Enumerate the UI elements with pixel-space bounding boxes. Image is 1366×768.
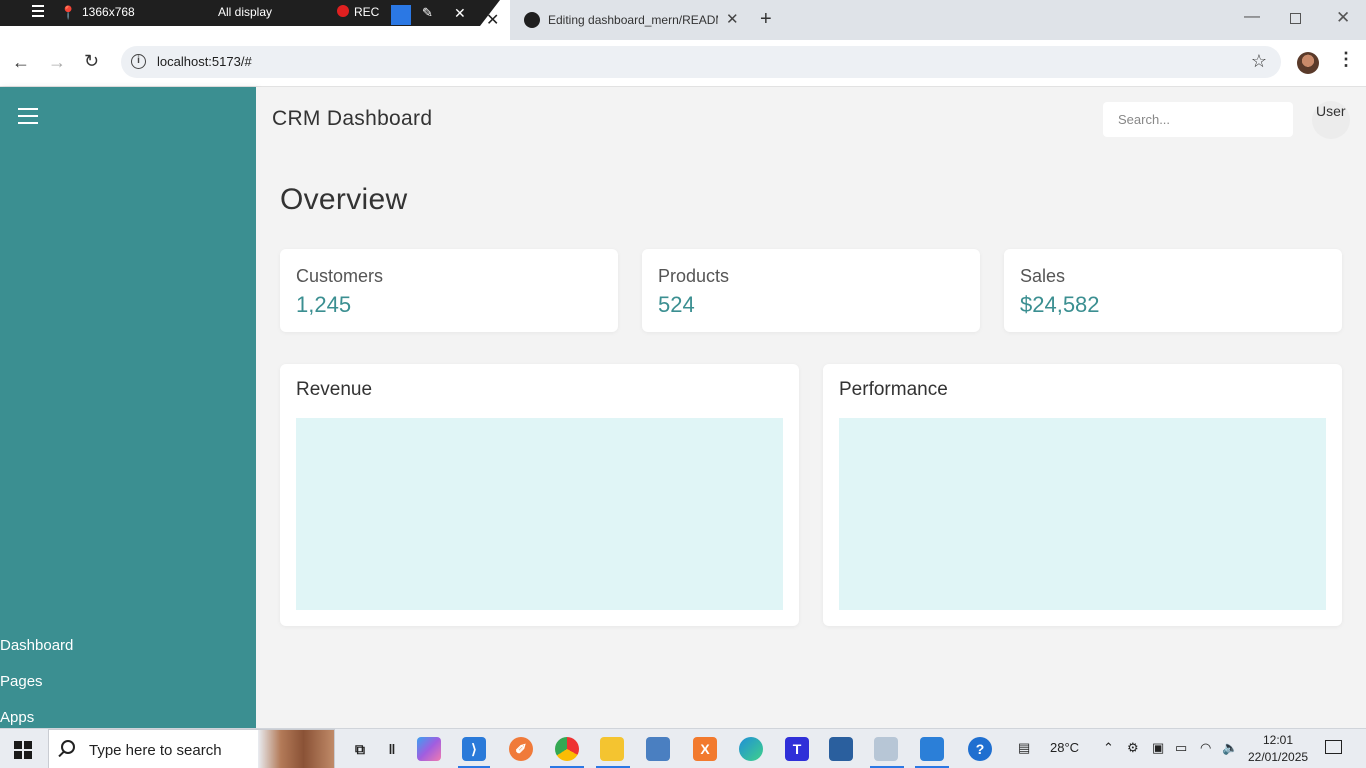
windows-start-icon[interactable] [14, 741, 32, 759]
postman-icon[interactable]: ✐ [509, 737, 533, 761]
window-close-icon[interactable]: ✕ [1336, 8, 1350, 28]
jetbrains-icon[interactable]: T [785, 737, 809, 761]
widgets-divider-icon: ‖ [388, 741, 396, 757]
tray-expand-icon[interactable]: ⌃ [1103, 740, 1114, 756]
page-heading: Overview [280, 183, 408, 216]
revenue-card: Revenue [280, 364, 799, 626]
tab-close-icon[interactable]: ✕ [726, 10, 739, 28]
address-bar[interactable]: i localhost:5173/# ☆ [121, 46, 1281, 78]
reload-icon[interactable]: ↻ [84, 51, 99, 72]
stat-label: Products [658, 266, 730, 286]
browser-tab-strip: 📍 1366x768 All display REC ✎ ✕ ✕ Editing… [0, 0, 1366, 40]
stat-card-products: Products 524 [642, 249, 980, 332]
tab-title: Editing dashboard_mern/READM [548, 13, 718, 27]
new-tab-button[interactable]: + [760, 8, 772, 31]
stat-card-sales: Sales $24,582 [1004, 249, 1342, 332]
site-info-icon[interactable]: i [131, 54, 146, 69]
main-content: CRM Dashboard User Overview Customers 1,… [256, 87, 1366, 728]
hamburger-menu-icon[interactable] [18, 108, 38, 124]
sidebar-item-dashboard[interactable]: Dashboard [0, 637, 73, 673]
weather-temp[interactable]: 28°C [1050, 740, 1079, 755]
user-avatar[interactable]: User [1312, 101, 1350, 139]
wifi-icon[interactable]: ◠ [1200, 740, 1211, 756]
tray-app-icon[interactable]: ⚙ [1127, 740, 1139, 756]
recorder-rec-label[interactable]: REC [354, 5, 379, 19]
task-view-icon[interactable]: ⧉ [348, 737, 372, 761]
profile-avatar[interactable] [1297, 52, 1319, 74]
screen-recorder-bar: 📍 1366x768 All display REC ✎ ✕ [0, 0, 500, 26]
chart-title: Revenue [296, 379, 373, 400]
performance-card: Performance [823, 364, 1342, 626]
search-highlight-image[interactable] [258, 730, 334, 768]
search-input[interactable] [1103, 102, 1293, 137]
xampp-icon[interactable]: X [693, 737, 717, 761]
help-icon[interactable]: ? [968, 737, 992, 761]
copilot-icon[interactable] [417, 737, 441, 761]
revenue-chart-placeholder [296, 418, 783, 610]
file-explorer-icon[interactable] [600, 737, 624, 761]
image-viewer-icon[interactable] [874, 737, 898, 761]
recorder-menu-icon[interactable] [32, 5, 46, 17]
back-arrow-icon[interactable]: ← [12, 52, 30, 73]
recorder-close-icon[interactable]: ✕ [454, 5, 466, 22]
virtualbox-icon[interactable] [829, 737, 853, 761]
taskbar-search[interactable]: Type here to search [48, 729, 335, 768]
taskbar: Type here to search ⧉ ‖ ⟩ ✐ X T ? ▤ 28°C… [0, 728, 1366, 768]
active-tab-close-icon[interactable]: ✕ [486, 10, 499, 30]
sidebar-item-pages[interactable]: Pages [0, 673, 73, 709]
stat-label: Sales [1020, 266, 1066, 286]
browser-menu-icon[interactable]: ⋮ [1337, 49, 1355, 70]
network-app-icon[interactable] [646, 737, 670, 761]
recorder-display-select[interactable]: All display [218, 5, 272, 19]
search-icon [61, 740, 75, 754]
github-icon [524, 12, 540, 28]
tray-display-icon[interactable]: ▣ [1152, 740, 1164, 756]
window-minimize-icon[interactable]: — [1244, 8, 1260, 26]
stat-card-customers: Customers 1,245 [280, 249, 618, 332]
stat-label: Customers [296, 266, 384, 286]
sidebar-item-apps[interactable]: Apps [0, 709, 73, 728]
taskbar-clock[interactable]: 12:01 22/01/2025 [1248, 732, 1308, 766]
stat-value: $24,582 [1020, 292, 1100, 317]
volume-icon[interactable]: 🔈 [1222, 740, 1238, 756]
notification-icon[interactable] [1325, 740, 1342, 754]
edge-icon[interactable] [739, 737, 763, 761]
vscode-icon[interactable]: ⟩ [462, 737, 486, 761]
app-title: CRM Dashboard [272, 107, 433, 130]
photos-icon[interactable] [920, 737, 944, 761]
chart-title: Performance [839, 379, 948, 400]
weather-icon[interactable]: ▤ [1018, 740, 1030, 756]
pen-icon[interactable]: ✎ [422, 5, 433, 21]
window-restore-icon[interactable] [1290, 13, 1301, 24]
stat-value: 524 [658, 292, 695, 317]
recorder-webcam-icon[interactable] [391, 5, 411, 25]
pin-icon[interactable]: 📍 [60, 5, 76, 21]
clock-date: 22/01/2025 [1248, 750, 1309, 764]
stat-value: 1,245 [296, 292, 352, 317]
browser-toolbar: ← → ↻ i localhost:5173/# ☆ ⋮ [0, 40, 1366, 87]
clock-time: 12:01 [1262, 733, 1294, 747]
tab-github-readme[interactable]: Editing dashboard_mern/READM ✕ [512, 0, 750, 40]
forward-arrow-icon[interactable]: → [48, 52, 66, 73]
taskbar-search-text: Type here to search [89, 742, 222, 759]
chrome-icon[interactable] [555, 737, 579, 761]
record-dot-icon [337, 5, 349, 17]
url-text[interactable]: localhost:5173/# [157, 54, 252, 69]
recorder-resolution[interactable]: 1366x768 [82, 5, 135, 19]
performance-chart-placeholder [839, 418, 1326, 610]
sidebar-nav: Dashboard Pages Apps [0, 637, 73, 728]
bookmark-star-icon[interactable]: ☆ [1251, 51, 1267, 72]
battery-icon[interactable]: ▭ [1175, 740, 1187, 756]
sidebar: Dashboard Pages Apps [0, 87, 256, 728]
